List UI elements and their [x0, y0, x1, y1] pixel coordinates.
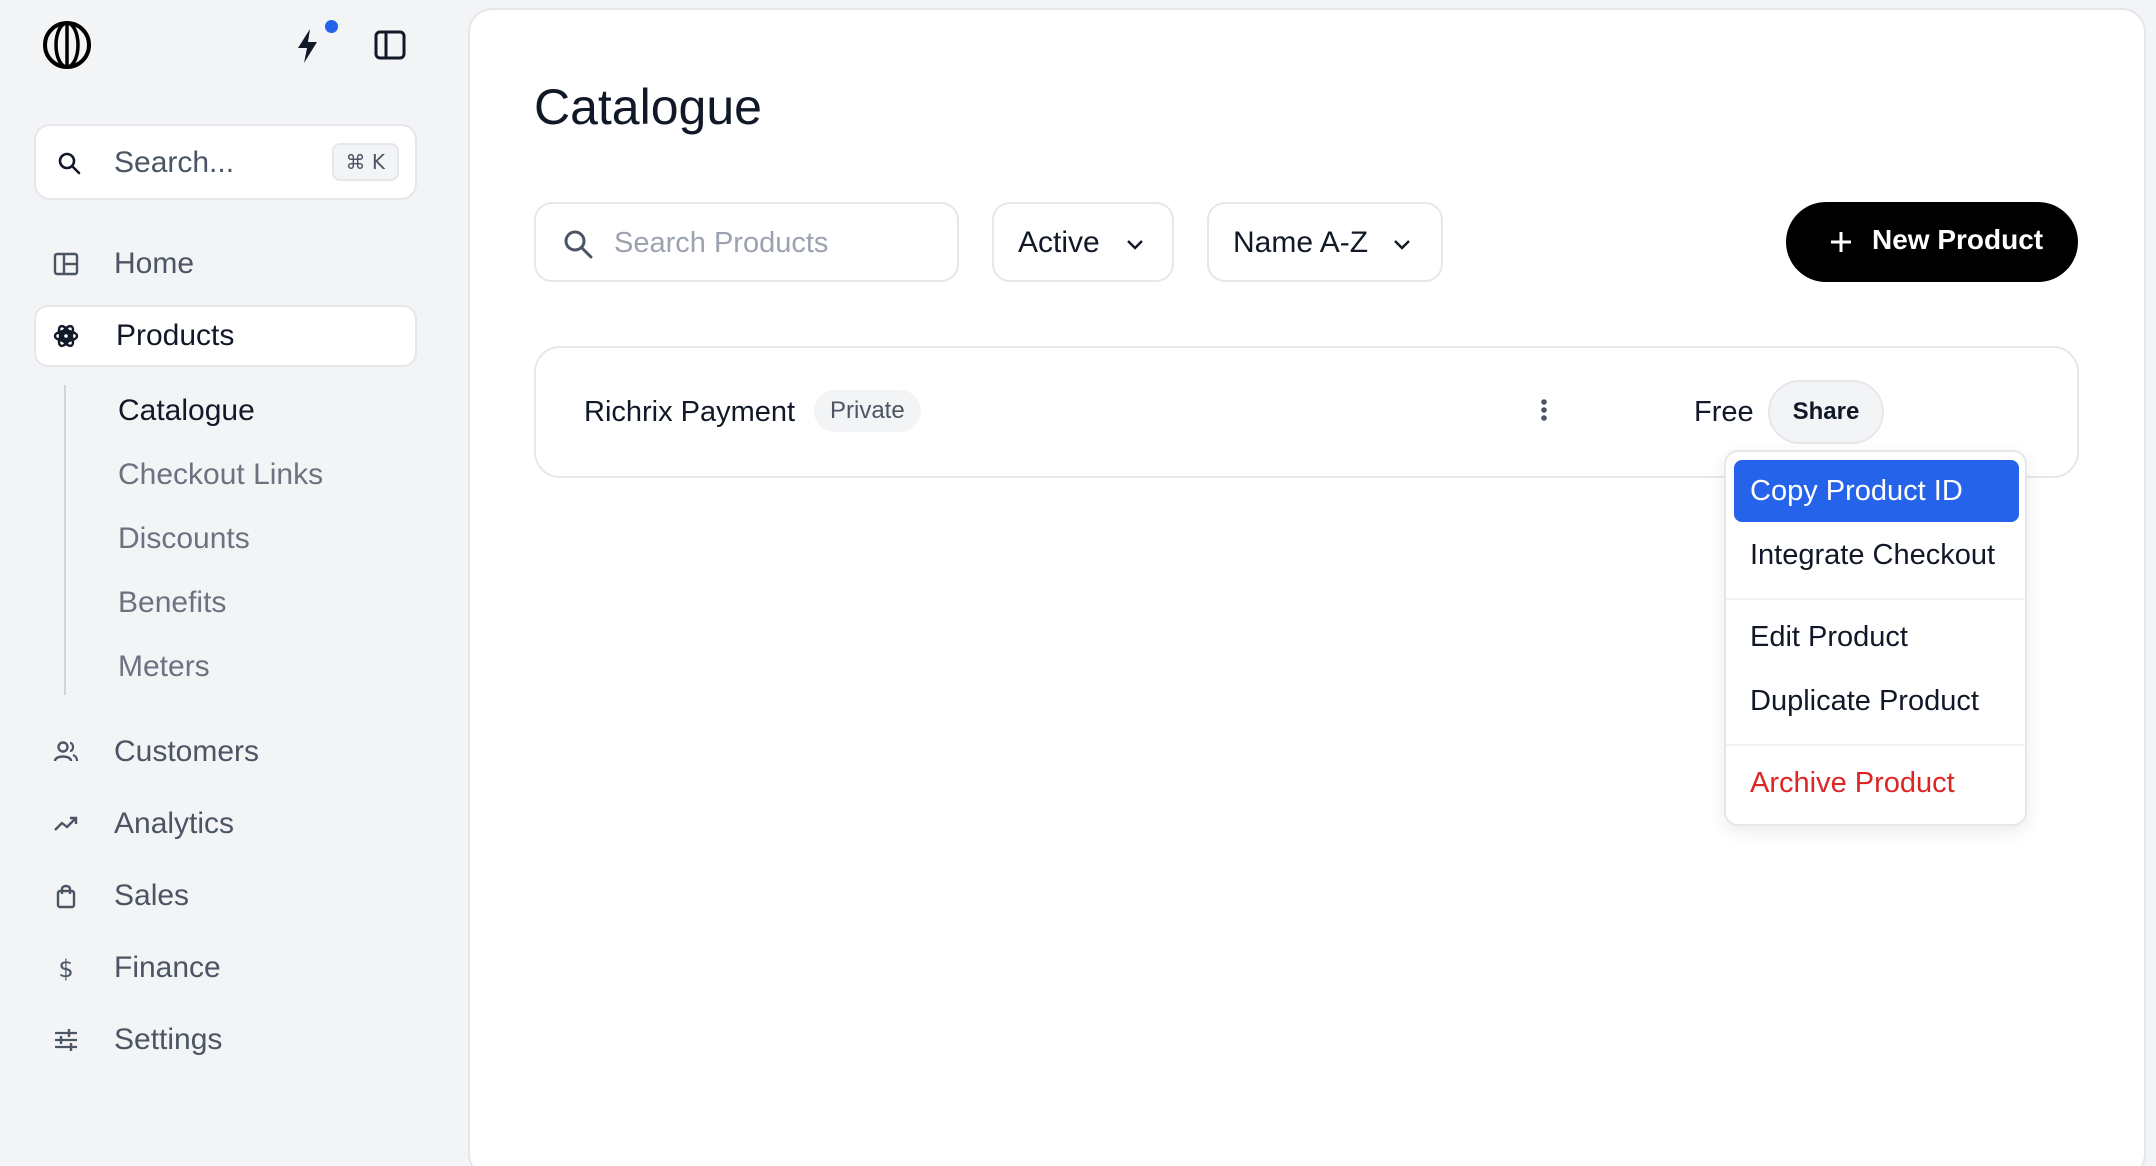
- sidebar-item-analytics[interactable]: Analytics: [34, 793, 417, 855]
- product-name[interactable]: Richrix Payment: [584, 396, 795, 429]
- sidebar-search[interactable]: Search... ⌘ K: [34, 124, 417, 200]
- product-search[interactable]: [534, 202, 959, 282]
- menu-item-duplicate-product[interactable]: Duplicate Product: [1734, 670, 2019, 732]
- subnav-divider: [64, 385, 66, 695]
- product-actions-menu: Copy Product ID Integrate Checkout Edit …: [1724, 450, 2027, 826]
- product-price: Free: [1694, 396, 1754, 428]
- chevron-down-icon: [1394, 240, 1410, 250]
- users-icon: [53, 741, 79, 762]
- status-filter-select[interactable]: Active: [992, 202, 1174, 282]
- sidebar-item-settings[interactable]: Settings: [34, 1009, 417, 1071]
- menu-item-edit-product[interactable]: Edit Product: [1734, 606, 2019, 668]
- plus-icon: [1831, 232, 1851, 252]
- page-title: Catalogue: [534, 79, 762, 135]
- chevron-down-icon: [1127, 240, 1143, 250]
- shopping-bag-icon: [56, 884, 76, 909]
- subnav-item-checkout-links[interactable]: Checkout Links: [118, 458, 323, 492]
- sidebar-item-label: Settings: [114, 1023, 223, 1056]
- sidebar-item-label: Analytics: [114, 807, 235, 840]
- search-icon: [58, 152, 81, 175]
- sidebar-item-sales[interactable]: Sales: [34, 865, 417, 927]
- sidebar-search-placeholder: Search...: [114, 146, 235, 179]
- more-options-icon[interactable]: [1516, 384, 1572, 440]
- sidebar-item-label: Products: [116, 319, 235, 352]
- subnav-item-benefits[interactable]: Benefits: [118, 586, 226, 620]
- search-icon: [564, 230, 593, 259]
- sort-filter-value: Name A-Z: [1233, 226, 1369, 259]
- sidebar-item-label: Customers: [114, 735, 260, 768]
- sidebar-item-label: Home: [114, 247, 195, 280]
- sidebar: Search... ⌘ K Home Products Catalogue Ch…: [0, 0, 468, 1166]
- menu-separator: [1726, 744, 2025, 746]
- new-product-label: New Product: [1872, 224, 2044, 255]
- sidebar-item-home[interactable]: Home: [34, 233, 417, 295]
- sidebar-item-label: Sales: [114, 879, 190, 912]
- products-icon: [53, 324, 79, 348]
- layout-icon: [53, 252, 79, 276]
- sidebar-item-label: Finance: [114, 951, 221, 984]
- dollar-icon: $: [58, 955, 73, 982]
- subnav-item-meters[interactable]: Meters: [118, 650, 210, 684]
- bolt-icon[interactable]: [290, 26, 326, 66]
- share-button[interactable]: Share: [1768, 380, 1884, 444]
- status-filter-value: Active: [1018, 226, 1100, 259]
- sidebar-item-customers[interactable]: Customers: [34, 721, 417, 783]
- subnav-item-catalogue[interactable]: Catalogue: [118, 394, 255, 428]
- search-shortcut-badge: ⌘ K: [331, 143, 399, 181]
- sidebar-toggle-icon[interactable]: [372, 28, 408, 62]
- product-search-input[interactable]: [614, 220, 934, 266]
- polar-logo-icon[interactable]: [40, 18, 94, 72]
- sidebar-item-finance[interactable]: $ Finance: [34, 937, 417, 999]
- sidebar-item-products[interactable]: Products: [34, 305, 417, 367]
- new-product-button[interactable]: New Product: [1786, 202, 2078, 282]
- sliders-icon: [55, 1029, 77, 1051]
- trend-icon: [54, 816, 78, 831]
- notification-dot: [325, 20, 338, 33]
- visibility-badge: Private: [814, 390, 921, 432]
- menu-item-copy-product-id[interactable]: Copy Product ID: [1734, 460, 2019, 522]
- menu-item-integrate-checkout[interactable]: Integrate Checkout: [1734, 524, 2019, 586]
- sort-filter-select[interactable]: Name A-Z: [1207, 202, 1443, 282]
- svg-text:$: $: [58, 955, 73, 982]
- subnav-item-discounts[interactable]: Discounts: [118, 522, 250, 556]
- menu-item-archive-product[interactable]: Archive Product: [1734, 752, 2019, 814]
- menu-separator: [1726, 598, 2025, 600]
